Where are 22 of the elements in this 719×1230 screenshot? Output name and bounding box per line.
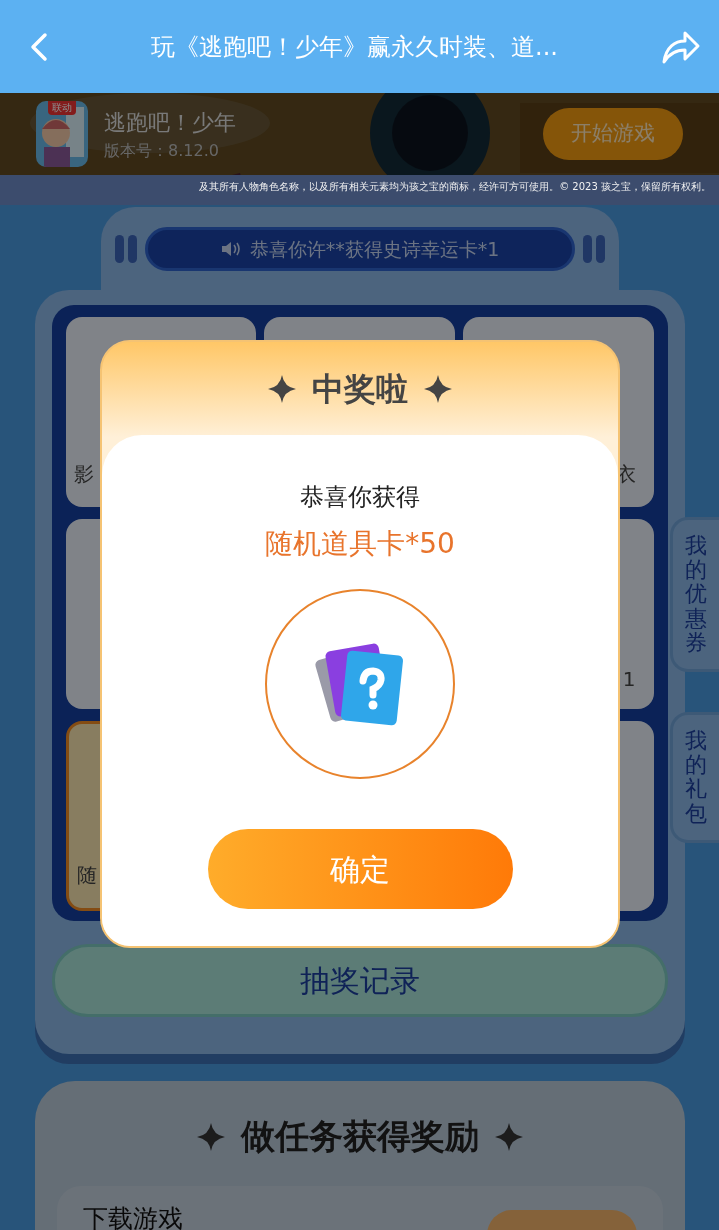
bar-ornament bbox=[582, 235, 605, 263]
prize-label: 随 bbox=[76, 862, 97, 889]
prize-label: 影 bbox=[73, 461, 94, 488]
back-icon[interactable] bbox=[30, 31, 48, 62]
task-name: 下载游戏 bbox=[82, 1203, 183, 1230]
dialog-title: 中奖啦 bbox=[312, 368, 408, 410]
prize-label: 1 bbox=[622, 666, 636, 693]
bar-ornament bbox=[114, 235, 137, 263]
sparkle-icon bbox=[494, 1122, 523, 1151]
sparkle-icon bbox=[424, 374, 452, 403]
prize-name: 随机道具卡*50 bbox=[265, 526, 455, 562]
notice-text: 恭喜你许**获得史诗幸运卡*1 bbox=[249, 236, 500, 262]
sparkle-icon bbox=[196, 1122, 225, 1151]
page-title: 玩《逃跑吧！少年》赢永久时装、道... bbox=[151, 32, 558, 61]
draw-record-button[interactable]: 抽奖记录 bbox=[51, 944, 668, 1017]
sparkle-icon bbox=[268, 374, 296, 403]
confirm-button[interactable]: 确定 bbox=[207, 829, 513, 909]
side-tab[interactable]: 我的优惠券 bbox=[670, 517, 719, 672]
dialog-message: 恭喜你获得 bbox=[300, 482, 420, 513]
side-tab[interactable]: 我的礼包 bbox=[670, 712, 719, 843]
section-title: 做任务获得奖励 bbox=[240, 1115, 479, 1158]
speaker-icon bbox=[219, 239, 242, 259]
